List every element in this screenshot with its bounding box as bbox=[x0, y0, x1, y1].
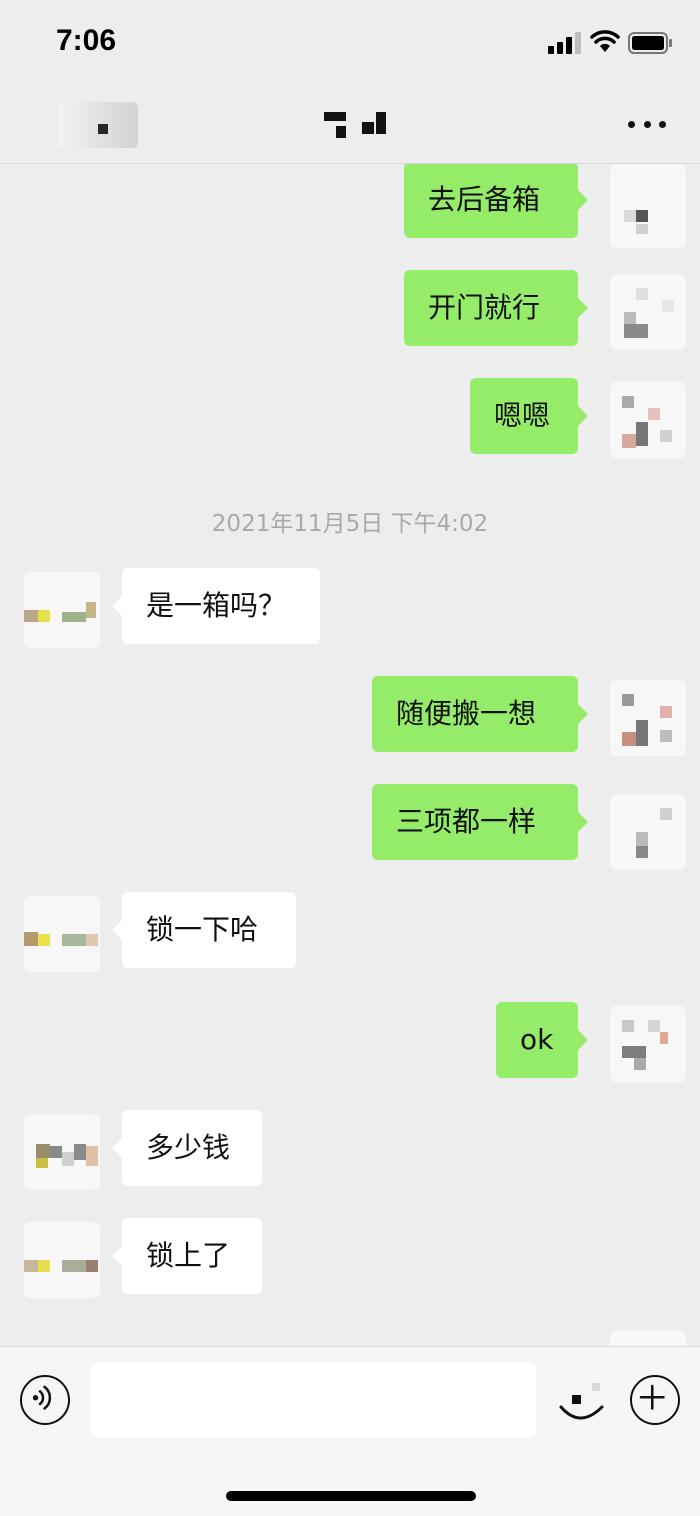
add-button[interactable] bbox=[630, 1375, 680, 1425]
back-button[interactable] bbox=[58, 102, 138, 148]
message-row: 锁一下哈 bbox=[0, 892, 700, 972]
signal-icon bbox=[548, 32, 581, 54]
avatar[interactable] bbox=[24, 896, 100, 972]
avatar[interactable] bbox=[24, 572, 100, 648]
wifi-icon bbox=[590, 30, 620, 52]
battery-icon bbox=[628, 32, 672, 54]
incoming-bubble[interactable]: 多少钱 bbox=[112, 1110, 262, 1186]
avatar[interactable] bbox=[610, 382, 686, 458]
outgoing-bubble[interactable]: 随便搬一想 bbox=[372, 676, 588, 752]
chat-title bbox=[322, 110, 388, 140]
avatar[interactable] bbox=[610, 680, 686, 756]
status-bar: 7:06 bbox=[0, 0, 700, 88]
avatar[interactable] bbox=[610, 274, 686, 350]
emoji-button[interactable] bbox=[556, 1373, 610, 1427]
outgoing-bubble[interactable]: ok bbox=[496, 1002, 588, 1078]
incoming-bubble[interactable]: 是一箱吗？ bbox=[112, 568, 320, 644]
incoming-bubble[interactable]: 锁一下哈 bbox=[112, 892, 296, 968]
message-row: 嗯嗯 bbox=[0, 378, 700, 458]
outgoing-bubble[interactable]: 去后备箱 bbox=[404, 164, 588, 238]
message-row: 开门就行 bbox=[0, 270, 700, 350]
outgoing-bubble[interactable]: 三项都一样 bbox=[372, 784, 588, 860]
avatar[interactable] bbox=[24, 1114, 100, 1190]
avatar[interactable] bbox=[610, 1006, 686, 1082]
message-row: 多少钱 bbox=[0, 1110, 700, 1190]
message-list: 去后备箱 开门就行 嗯嗯 2021年11月5日 下午4:02 是一箱吗？ 随便搬… bbox=[0, 164, 700, 1346]
more-icon[interactable] bbox=[628, 118, 666, 130]
message-row: ok bbox=[0, 1002, 700, 1082]
message-row: 去后备箱 bbox=[0, 164, 700, 248]
avatar[interactable] bbox=[610, 1330, 686, 1346]
message-row: 三项都一样 bbox=[0, 784, 700, 870]
voice-button[interactable] bbox=[20, 1375, 70, 1425]
voice-icon bbox=[32, 1385, 52, 1410]
plus-icon bbox=[639, 1384, 665, 1410]
avatar[interactable] bbox=[610, 164, 686, 248]
outgoing-bubble[interactable]: 开门就行 bbox=[404, 270, 588, 346]
chat-header bbox=[0, 88, 700, 164]
message-row: 是一箱吗？ bbox=[0, 568, 700, 648]
message-row: 随便搬一想 bbox=[0, 676, 700, 756]
incoming-bubble[interactable]: 锁上了 bbox=[112, 1218, 262, 1294]
status-time: 7:06 bbox=[56, 24, 117, 57]
avatar[interactable] bbox=[610, 794, 686, 870]
message-row: 锁上了 bbox=[0, 1218, 700, 1298]
outgoing-bubble[interactable]: 嗯嗯 bbox=[470, 378, 588, 454]
message-row bbox=[0, 1326, 700, 1346]
avatar[interactable] bbox=[24, 1222, 100, 1298]
back-icon bbox=[98, 124, 108, 134]
timestamp: 2021年11月5日 下午4:02 bbox=[211, 511, 489, 537]
home-indicator[interactable] bbox=[226, 1491, 476, 1501]
message-input[interactable] bbox=[90, 1363, 536, 1437]
emoji-icon bbox=[559, 1383, 604, 1420]
